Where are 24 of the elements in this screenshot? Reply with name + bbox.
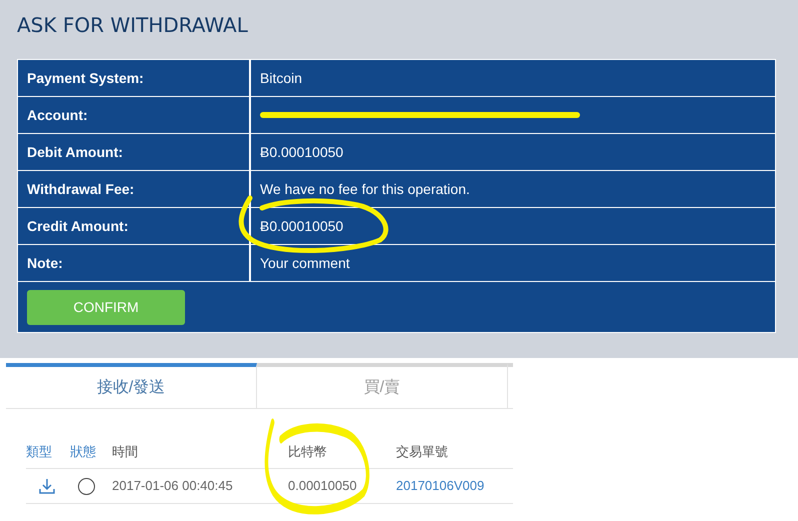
download-icon	[38, 477, 56, 495]
field-label: Debit Amount:	[27, 142, 123, 162]
column-header: 類型	[26, 444, 52, 460]
table-cell: 2017-01-06 00:40:45	[112, 478, 233, 494]
field-value: Bitcoin	[260, 68, 302, 88]
transaction-link[interactable]: 20170106V009	[396, 478, 484, 494]
field-value: Ƀ0.00010050	[260, 218, 344, 234]
table-cell: 0.00010050	[288, 478, 357, 494]
tab[interactable]: 接收/發送	[6, 363, 257, 408]
column-header: 交易單號	[396, 444, 448, 460]
tab[interactable]: 買/賣	[257, 363, 508, 408]
field-value: We have no fee for this operation.	[260, 180, 470, 199]
note-field[interactable]: Your comment	[260, 252, 660, 274]
field-label: Payment System:	[27, 68, 144, 88]
field-label: Credit Amount:	[27, 216, 128, 236]
field-label: Account:	[27, 106, 88, 124]
field-label: Note:	[27, 254, 63, 272]
confirm-button[interactable]: CONFIRM	[27, 290, 185, 324]
page-title: ASK FOR WITHDRAWAL	[17, 12, 249, 39]
column-header: 狀態	[70, 444, 96, 460]
field-label: Withdrawal Fee:	[27, 180, 134, 198]
field-value: Ƀ0.00010050	[260, 142, 344, 162]
column-header: 比特幣	[288, 444, 327, 460]
column-header: 時間	[112, 444, 138, 460]
